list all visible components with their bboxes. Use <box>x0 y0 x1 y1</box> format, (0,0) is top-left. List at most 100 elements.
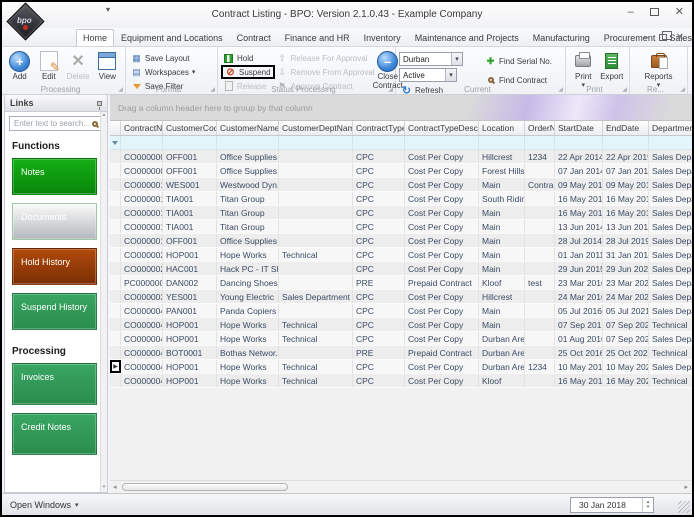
filter-cell-contracttype[interactable] <box>353 136 405 149</box>
grid-cell-location[interactable]: Main <box>479 304 525 317</box>
grid-cell-location[interactable]: South Ridin... <box>479 192 525 205</box>
grid-cell-department[interactable]: Sales Department <box>649 220 692 233</box>
grid-cell-customercode[interactable]: HOP001 <box>163 332 217 345</box>
grid-cell-customercode[interactable]: OFF001 <box>163 234 217 247</box>
grid-cell-department[interactable]: Sales Department <box>649 276 692 289</box>
function-button-documents[interactable]: Documents <box>12 203 97 240</box>
grid-cell-enddate[interactable]: 31 Jan 2016 <box>603 248 649 261</box>
grid-cell-contractno[interactable]: CO0000031 <box>121 290 163 303</box>
filter-cell-enddate[interactable] <box>603 136 649 149</box>
dialog-launcher-icon[interactable]: ◢ <box>118 86 123 93</box>
grid-cell-customername[interactable]: Office Supplies ... <box>217 150 279 163</box>
grid-cell-startdate[interactable]: 09 May 2014 <box>555 178 603 191</box>
column-header-customername[interactable]: CustomerName <box>217 121 279 135</box>
grid-cell-contracttypedesc[interactable]: Cost Per Copy <box>405 150 479 163</box>
grid-cell-enddate[interactable]: 16 May 2022 <box>603 374 649 387</box>
filter-cell-location[interactable] <box>479 136 525 149</box>
grid-cell-contracttypedesc[interactable]: Prepaid Contract <box>405 346 479 359</box>
table-row[interactable]: CO0000028HAC001Hack PC - IT Shop CPCCost … <box>110 262 692 276</box>
grid-cell-department[interactable]: Sales Department <box>649 178 692 191</box>
mdi-minimize-icon[interactable]: – <box>644 32 650 43</box>
grid-cell-enddate[interactable]: 23 Mar 2021 <box>603 276 649 289</box>
scroll-up-icon[interactable]: ▴ <box>103 112 106 118</box>
grid-cell-customername[interactable]: Young Electric <box>217 290 279 303</box>
grid-cell-contracttypedesc[interactable]: Cost Per Copy <box>405 234 479 247</box>
grid-cell-contracttypedesc[interactable]: Cost Per Copy <box>405 164 479 177</box>
grid-cell-department[interactable]: Technical <box>649 346 692 359</box>
grid-cell-startdate[interactable]: 24 Mar 2016 <box>555 290 603 303</box>
grid-cell-contractno[interactable]: CO0000042 <box>121 318 163 331</box>
filter-cell-customercode[interactable] <box>163 136 217 149</box>
grid-cell-orderno[interactable] <box>525 262 555 275</box>
grid-cell-department[interactable]: Sales Department <box>649 332 692 345</box>
grid-cell-startdate[interactable]: 25 Oct 2016 <box>555 346 603 359</box>
grid-cell-startdate[interactable]: 16 May 2017 <box>555 374 603 387</box>
grid-cell-customerdeptname[interactable] <box>279 178 353 191</box>
grid-cell-contractno[interactable]: CO0000028 <box>121 262 163 275</box>
grid-cell-location[interactable]: Hillcrest <box>479 150 525 163</box>
add-button[interactable]: + Add <box>5 49 34 81</box>
grid-cell-orderno[interactable] <box>525 206 555 219</box>
grid-cell-orderno[interactable]: 1234 <box>525 360 555 373</box>
table-row[interactable]: CO0000006OFF001Office Supplies ... CPCCos… <box>110 150 692 164</box>
dialog-launcher-icon[interactable]: ◢ <box>388 86 393 93</box>
grid-cell-location[interactable]: Durban Area <box>479 332 525 345</box>
grid-cell-contractno[interactable]: CO0000013 <box>121 192 163 205</box>
filter-cell-orderno[interactable] <box>525 136 555 149</box>
grid-cell-customername[interactable]: Dancing Shoes <box>217 276 279 289</box>
grid-cell-enddate[interactable]: 07 Jan 2019 <box>603 164 649 177</box>
grid-cell-enddate[interactable]: 09 May 2019 <box>603 178 649 191</box>
grid-cell-contracttype[interactable]: CPC <box>353 262 405 275</box>
grid-cell-startdate[interactable]: 07 Sep 2016 <box>555 318 603 331</box>
table-row[interactable]: CO0000019OFF001Office Supplies ... CPCCos… <box>110 234 692 248</box>
table-row[interactable]: PC0000001DAN002Dancing Shoes PREPrepaid C… <box>110 276 692 290</box>
hold-button[interactable]: Hold <box>221 52 275 64</box>
edit-button[interactable]: Edit <box>34 49 63 81</box>
grid-cell-orderno[interactable] <box>525 248 555 261</box>
grid-cell-contracttypedesc[interactable]: Cost Per Copy <box>405 304 479 317</box>
tab-inventory[interactable]: Inventory <box>357 29 408 46</box>
grid-cell-customercode[interactable]: TIA001 <box>163 206 217 219</box>
tab-maintenance-and-projects[interactable]: Maintenance and Projects <box>408 29 526 46</box>
grid-cell-orderno[interactable]: Contra... <box>525 178 555 191</box>
grid-cell-customercode[interactable]: HOP001 <box>163 248 217 261</box>
grid-cell-orderno[interactable] <box>525 304 555 317</box>
grid-cell-contracttype[interactable]: CPC <box>353 332 405 345</box>
grid-cell-contracttype[interactable]: CPC <box>353 248 405 261</box>
grid-cell-department[interactable]: Sales Department <box>649 234 692 247</box>
grid-cell-customercode[interactable]: OFF001 <box>163 164 217 177</box>
column-header-contracttypedesc[interactable]: ContractTypeDesc <box>405 121 479 135</box>
grid-cell-customername[interactable]: Westwood Dyn... <box>217 178 279 191</box>
dialog-launcher-icon[interactable]: ◢ <box>558 86 563 93</box>
column-header-contractno[interactable]: ContractNo <box>121 121 163 135</box>
grid-cell-customername[interactable]: Titan Group <box>217 220 279 233</box>
grid-cell-contracttype[interactable]: CPC <box>353 164 405 177</box>
column-header-startdate[interactable]: StartDate <box>555 121 603 135</box>
grid-cell-customername[interactable]: Office Supplies ... <box>217 234 279 247</box>
grid-cell-contracttype[interactable]: PRE <box>353 276 405 289</box>
table-row[interactable]: ▶CO0000045HOP001Hope WorksTechnicalCPCCo… <box>110 360 692 374</box>
branch-select[interactable]: Durban ▾ <box>399 52 463 66</box>
grid-cell-orderno[interactable] <box>525 332 555 345</box>
grid-cell-contracttype[interactable]: PRE <box>353 346 405 359</box>
grid-cell-customerdeptname[interactable] <box>279 234 353 247</box>
grid-cell-department[interactable]: Sales Department <box>649 248 692 261</box>
grid-cell-location[interactable]: Main <box>479 234 525 247</box>
grid-cell-contracttypedesc[interactable]: Cost Per Copy <box>405 178 479 191</box>
status-select[interactable]: Active ▾ <box>399 68 457 82</box>
grid-cell-contracttype[interactable]: CPC <box>353 206 405 219</box>
date-field[interactable]: 30 Jan 2018 ▴ ▾ <box>570 497 654 513</box>
grid-cell-orderno[interactable]: 1234 <box>525 150 555 163</box>
grid-cell-startdate[interactable]: 28 Jul 2014 <box>555 234 603 247</box>
grid-cell-customercode[interactable]: TIA001 <box>163 220 217 233</box>
grid-cell-customerdeptname[interactable] <box>279 164 353 177</box>
table-row[interactable]: CO0000020HOP001Hope WorksTechnicalCPCCos… <box>110 248 692 262</box>
grid-cell-enddate[interactable]: 05 Jul 2021 <box>603 304 649 317</box>
table-row[interactable]: CO0000044BOT0001Bothas Networ... PREPrepa… <box>110 346 692 360</box>
grid-cell-location[interactable]: Kloof <box>479 276 525 289</box>
grid-cell-enddate[interactable]: 07 Sep 2021 <box>603 318 649 331</box>
table-row[interactable]: CO0000042HOP001Hope WorksTechnicalCPCCos… <box>110 318 692 332</box>
grid-cell-contracttype[interactable]: CPC <box>353 192 405 205</box>
grid-cell-contracttypedesc[interactable]: Cost Per Copy <box>405 192 479 205</box>
filter-cell-contractno[interactable] <box>121 136 163 149</box>
